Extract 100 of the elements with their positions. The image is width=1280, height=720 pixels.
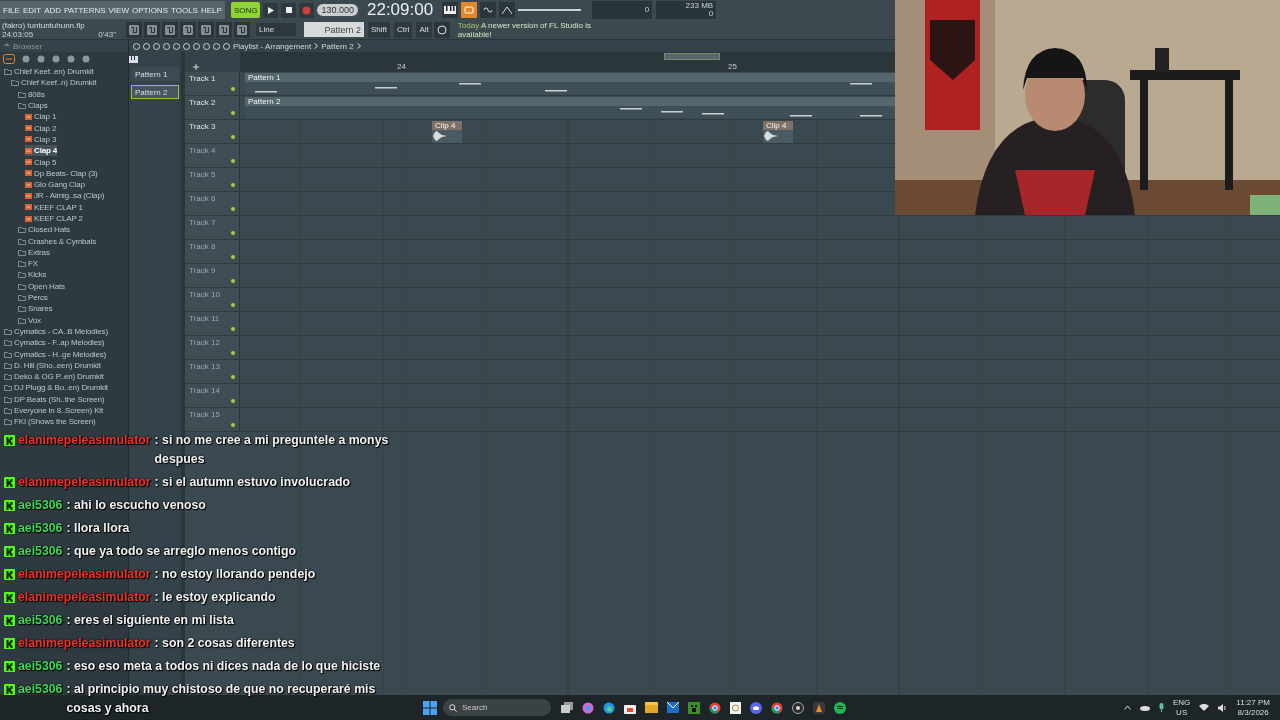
breadcrumb-item[interactable]: Pattern 2 — [321, 41, 354, 51]
sample-item[interactable]: Glo Gang Clap — [25, 178, 85, 191]
count-in-button[interactable] — [461, 2, 478, 18]
menu-item[interactable]: VIEW — [108, 5, 129, 15]
chevron-up-icon[interactable] — [1124, 705, 1131, 710]
track-header[interactable]: Track 1 — [185, 72, 240, 95]
folder-item[interactable]: Claps — [18, 99, 48, 112]
sample-item[interactable]: KEEF CLAP 1 — [25, 201, 83, 213]
sample-item[interactable]: Clap 2 — [25, 122, 57, 134]
folder-item[interactable]: Snares — [18, 303, 53, 315]
arrow-button[interactable] — [216, 21, 232, 38]
track-header[interactable]: Track 4 — [185, 144, 240, 167]
line-dropdown[interactable]: Line — [256, 23, 296, 36]
sample-item[interactable]: Clap 3 — [25, 133, 57, 146]
folder-item[interactable]: Extras — [18, 246, 50, 259]
track-header[interactable]: Track 2 — [185, 96, 240, 119]
led-icon[interactable] — [231, 183, 235, 187]
folder-item[interactable]: Cymatics - F..ap Melodies) — [4, 337, 105, 349]
mic-button[interactable] — [234, 21, 250, 38]
led-icon[interactable] — [231, 423, 235, 427]
tree-button[interactable] — [126, 21, 142, 38]
folder-item[interactable]: Percs — [18, 291, 48, 304]
plug-icon[interactable] — [3, 54, 15, 64]
scrollbar-thumb[interactable] — [664, 53, 720, 60]
sample-item[interactable]: Clap 5 — [25, 156, 57, 168]
track-header[interactable]: Track 14 — [185, 384, 240, 407]
folder-item[interactable]: Cymatics - CA..B Melodies) — [4, 325, 108, 338]
folder-item[interactable]: Deko & OG P..en) Drumkit — [4, 371, 104, 383]
led-icon[interactable] — [231, 87, 235, 91]
mixer-button[interactable] — [198, 21, 214, 38]
track-header[interactable]: Track 5 — [185, 168, 240, 191]
music-app-icon[interactable] — [834, 701, 846, 714]
mail-icon[interactable] — [667, 702, 679, 713]
modifier-key[interactable]: Shift — [368, 21, 390, 38]
folder-item[interactable]: FKI (Shows the Screen) — [4, 416, 96, 428]
track-header[interactable]: Track 3 — [185, 120, 240, 143]
folder-item[interactable]: DP Beats (Sh..the Screen) — [4, 393, 105, 405]
task-view-icon[interactable] — [561, 702, 573, 713]
folder-item[interactable]: Vox — [18, 314, 41, 326]
language-indicator[interactable]: ENG US — [1173, 698, 1191, 717]
chat-username[interactable]: aei5306 — [18, 611, 63, 630]
menu-item[interactable]: PATTERNS — [64, 5, 106, 15]
document-icon[interactable] — [730, 701, 741, 714]
stop-button[interactable] — [281, 2, 297, 18]
track-header[interactable]: Track 7 — [185, 216, 240, 239]
browser-icon[interactable] — [603, 701, 615, 714]
folder-item[interactable]: Open Hats — [18, 280, 65, 292]
led-icon[interactable] — [231, 231, 235, 235]
folder-item[interactable]: 808s — [18, 88, 45, 100]
pattern-clip[interactable]: Pattern 1 — [245, 73, 895, 94]
track-header[interactable]: Track 9 — [185, 264, 240, 287]
chat-app-icon[interactable] — [750, 701, 762, 714]
menu-item[interactable]: FILE — [3, 5, 20, 15]
led-icon[interactable] — [231, 135, 235, 139]
folder-item[interactable]: Chief Keef..n) Drumkit — [11, 77, 97, 89]
folder-item[interactable]: Crashes & Cymbals — [18, 235, 97, 247]
plugin-button[interactable] — [180, 21, 196, 38]
menu-item[interactable]: TOOLS — [171, 5, 198, 15]
menu-item[interactable]: OPTIONS — [131, 5, 168, 15]
folder-item[interactable]: DJ Plugg & Bo..en) Drumkit — [4, 382, 108, 394]
menu-item[interactable]: HELP — [200, 5, 222, 15]
pattern-clip[interactable]: Pattern 2 — [245, 97, 895, 118]
track-header[interactable]: Track 8 — [185, 240, 240, 263]
piano-roll-button[interactable] — [162, 21, 178, 38]
sample-item[interactable]: Clap 4 — [25, 145, 58, 157]
news-message[interactable]: Today A newer version of FL Studio is available! — [457, 20, 608, 39]
chat-username[interactable]: aei5306 — [18, 680, 63, 699]
search-field[interactable]: Search — [443, 699, 551, 716]
hint-button[interactable] — [433, 21, 450, 38]
folder-item[interactable]: D. Hill (Sho..een) Drumkit — [4, 359, 101, 371]
chat-username[interactable]: aei5306 — [18, 657, 63, 676]
add-icon[interactable] — [193, 64, 199, 70]
modifier-key[interactable]: Alt — [416, 21, 432, 38]
song-mode-toggle[interactable]: SONG — [230, 2, 261, 18]
play-button[interactable] — [263, 2, 279, 18]
menu-item[interactable]: ADD — [44, 5, 62, 15]
led-icon[interactable] — [231, 279, 235, 283]
track-header[interactable]: Track 10 — [185, 288, 240, 311]
metronome-button[interactable] — [499, 2, 516, 18]
pattern-item[interactable]: Pattern 2 — [131, 85, 179, 99]
sample-item[interactable]: Clap 1 — [25, 111, 57, 123]
recorder-icon[interactable] — [792, 701, 804, 714]
led-icon[interactable] — [231, 375, 235, 379]
block-game-icon[interactable] — [688, 701, 700, 714]
track-header[interactable]: Track 12 — [185, 336, 240, 359]
folder-item[interactable]: FX — [18, 258, 38, 270]
chrome-icon[interactable] — [771, 701, 783, 714]
modifier-key[interactable]: Ctrl — [394, 21, 413, 38]
pattern-item[interactable]: Pattern 1 — [131, 67, 179, 81]
led-icon[interactable] — [231, 159, 235, 163]
folder-item[interactable]: Cymatics - H..ge Melodies) — [4, 348, 107, 360]
loop-button[interactable] — [480, 2, 497, 18]
chat-username[interactable]: aei5306 — [18, 519, 63, 538]
menu-item[interactable]: EDIT — [22, 5, 42, 15]
led-icon[interactable] — [231, 111, 235, 115]
led-icon[interactable] — [231, 207, 235, 211]
clock[interactable]: 11:27 PM 8/3/2026 — [1236, 698, 1270, 717]
folder-item[interactable]: Closed Hats — [18, 224, 70, 236]
track-header[interactable]: Track 11 — [185, 312, 240, 335]
audio-clip[interactable]: Clip 4 — [763, 121, 793, 143]
